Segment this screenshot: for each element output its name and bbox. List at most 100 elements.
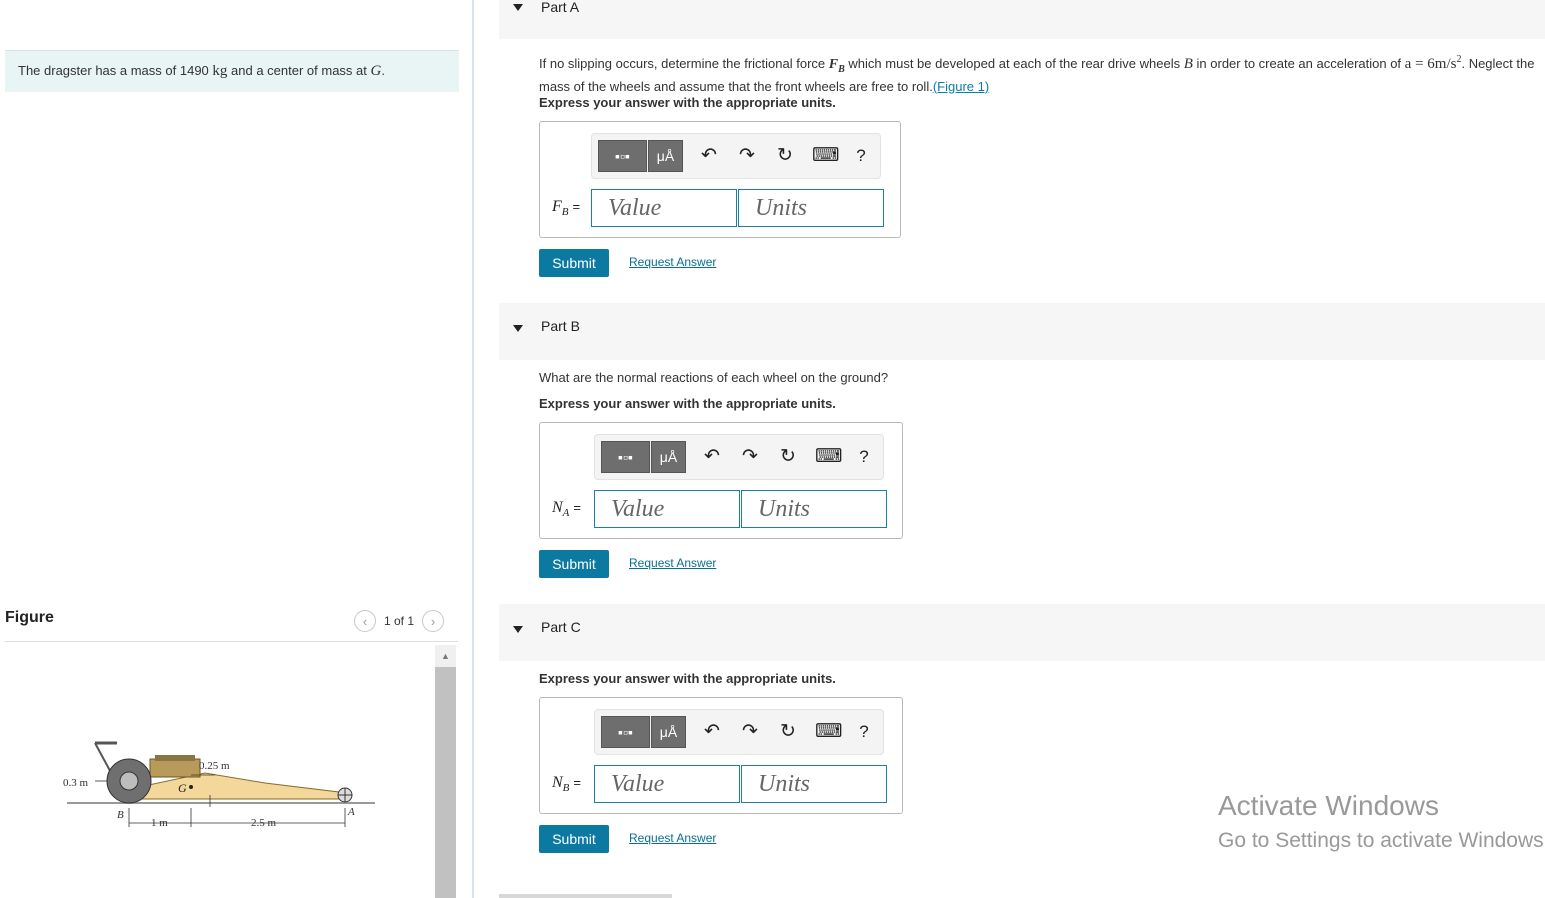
- part-c-value-input[interactable]: [594, 765, 740, 803]
- undo-icon[interactable]: ↶: [698, 144, 720, 167]
- figure-link[interactable]: (Figure 1): [933, 79, 989, 94]
- figure-counter: 1 of 1: [384, 614, 415, 628]
- var-c-sym: N: [552, 774, 563, 791]
- dist-ga-label: 2.5 m: [251, 817, 277, 829]
- reset-icon[interactable]: ↻: [777, 445, 799, 468]
- reset-icon[interactable]: ↻: [777, 720, 799, 743]
- point-b-label: B: [117, 809, 124, 821]
- part-a-request-answer-link[interactable]: Request Answer: [629, 255, 716, 269]
- qa-pre: If no slipping occurs, determine the fri…: [539, 56, 826, 71]
- undo-icon[interactable]: ↶: [701, 445, 723, 468]
- part-b-units-input[interactable]: [741, 490, 887, 528]
- figure-title: Figure: [5, 609, 54, 626]
- template-icon: ▪▫▪: [618, 449, 633, 465]
- part-a-submit-button[interactable]: Submit: [539, 249, 609, 277]
- part-c-request-answer-link[interactable]: Request Answer: [629, 831, 716, 845]
- part-b-label: Part B: [541, 318, 580, 334]
- var-b-sym: N: [552, 499, 563, 516]
- dragster-figure: G 0.3 m 0.25 m 1 m 2.5 m B A: [63, 741, 375, 829]
- units-button[interactable]: μÅ: [651, 441, 686, 473]
- math-toolbar: ▪▫▪ μÅ ↶ ↷ ↻ ⌨ ?: [594, 709, 884, 755]
- collapse-triangle-icon: [513, 325, 523, 332]
- figure-pager: ‹ 1 of 1 ›: [354, 610, 445, 632]
- part-a-header[interactable]: Part A: [499, 0, 1545, 39]
- scroll-up-arrow-icon[interactable]: ▲: [435, 645, 456, 667]
- activate-windows-title: Activate Windows: [1218, 790, 1439, 821]
- bottom-scroll-edge: [499, 894, 672, 898]
- keyboard-icon[interactable]: ⌨: [815, 445, 842, 468]
- intro-unit: kg: [212, 63, 228, 79]
- math-toolbar: ▪▫▪ μÅ ↶ ↷ ↻ ⌨ ?: [591, 133, 881, 179]
- qa-wheel: B: [1183, 56, 1193, 72]
- intro-point: G: [370, 63, 382, 79]
- var-c-sub: B: [562, 782, 570, 795]
- units-icon: μÅ: [656, 148, 675, 164]
- template-button[interactable]: ▪▫▪: [601, 441, 650, 473]
- part-b-submit-button[interactable]: Submit: [539, 550, 609, 578]
- qa-force-sub: B: [838, 63, 845, 75]
- redo-icon[interactable]: ↷: [739, 720, 761, 743]
- part-a-question: If no slipping occurs, determine the fri…: [539, 51, 1539, 95]
- collapse-triangle-icon: [513, 626, 523, 633]
- template-button[interactable]: ▪▫▪: [601, 716, 650, 748]
- qa-accel-val: a = 6m/s: [1404, 56, 1457, 72]
- undo-icon[interactable]: ↶: [701, 720, 723, 743]
- part-c-label: Part C: [541, 619, 581, 635]
- reset-icon[interactable]: ↻: [774, 144, 796, 167]
- part-b-variable: NA =: [552, 499, 581, 520]
- intro-end: .: [381, 63, 385, 78]
- part-b-request-answer-link[interactable]: Request Answer: [629, 556, 716, 570]
- point-g-label: G: [178, 781, 187, 795]
- part-a-units-input[interactable]: [738, 189, 884, 227]
- problem-intro: The dragster has a mass of 1490 kg and a…: [5, 50, 459, 92]
- part-a-label: Part A: [541, 0, 580, 15]
- intro-text: The dragster has a mass of 1490 kg and a…: [18, 63, 385, 80]
- intro-pre: The dragster has a mass of 1490: [18, 63, 209, 78]
- dist-bg-label: 1 m: [151, 817, 168, 829]
- part-a-value-input[interactable]: [591, 189, 737, 227]
- part-c-submit-button[interactable]: Submit: [539, 825, 609, 853]
- redo-icon[interactable]: ↷: [736, 144, 758, 167]
- var-b-sub: A: [562, 507, 570, 520]
- units-button[interactable]: μÅ: [651, 716, 686, 748]
- point-a-label: A: [347, 806, 355, 818]
- qa-mid2: in order to create an acceleration of: [1196, 56, 1402, 71]
- var-a-sym: F: [552, 198, 562, 215]
- activate-windows-subtitle: Go to Settings to activate Windows.: [1218, 829, 1545, 852]
- qa-mid: which must be developed at each of the r…: [848, 56, 1181, 71]
- keyboard-icon[interactable]: ⌨: [812, 144, 839, 167]
- figure-divider: [5, 641, 458, 642]
- part-c-answer-box: ▪▫▪ μÅ ↶ ↷ ↻ ⌨ ? NB =: [539, 697, 903, 814]
- column-divider: [472, 0, 474, 898]
- math-toolbar: ▪▫▪ μÅ ↶ ↷ ↻ ⌨ ?: [594, 434, 884, 480]
- chevron-right-icon: ›: [430, 613, 436, 629]
- keyboard-icon[interactable]: ⌨: [815, 720, 842, 743]
- template-icon: ▪▫▪: [615, 148, 630, 164]
- part-b-header[interactable]: Part B: [499, 303, 1545, 360]
- height-g-label: 0.25 m: [199, 760, 230, 772]
- qa-accel: a = 6m/s2: [1404, 54, 1462, 72]
- part-b-answer-box: ▪▫▪ μÅ ↶ ↷ ↻ ⌨ ? NA =: [539, 422, 903, 539]
- part-a-answer-box: ▪▫▪ μÅ ↶ ↷ ↻ ⌨ ? FB =: [539, 121, 901, 238]
- intro-mid: and a center of mass at: [231, 63, 367, 78]
- part-a-variable: FB =: [552, 198, 581, 219]
- help-icon[interactable]: ?: [853, 447, 875, 467]
- template-icon: ▪▫▪: [618, 724, 633, 740]
- next-figure-button[interactable]: ›: [422, 610, 445, 632]
- part-c-units-input[interactable]: [741, 765, 887, 803]
- prev-figure-button[interactable]: ‹: [354, 610, 376, 632]
- part-c-variable: NB =: [552, 774, 581, 795]
- template-button[interactable]: ▪▫▪: [598, 140, 647, 172]
- part-b-value-input[interactable]: [594, 490, 740, 528]
- units-button[interactable]: μÅ: [648, 140, 683, 172]
- collapse-triangle-icon: [513, 4, 523, 11]
- units-icon: μÅ: [659, 724, 678, 740]
- part-b-question: What are the normal reactions of each wh…: [539, 370, 889, 385]
- units-icon: μÅ: [659, 449, 678, 465]
- help-icon[interactable]: ?: [853, 722, 875, 742]
- figure-scroll-thumb[interactable]: [435, 667, 456, 898]
- part-b-instruction: Express your answer with the appropriate…: [539, 396, 836, 411]
- part-c-header[interactable]: Part C: [499, 604, 1545, 661]
- redo-icon[interactable]: ↷: [739, 445, 761, 468]
- help-icon[interactable]: ?: [850, 146, 872, 166]
